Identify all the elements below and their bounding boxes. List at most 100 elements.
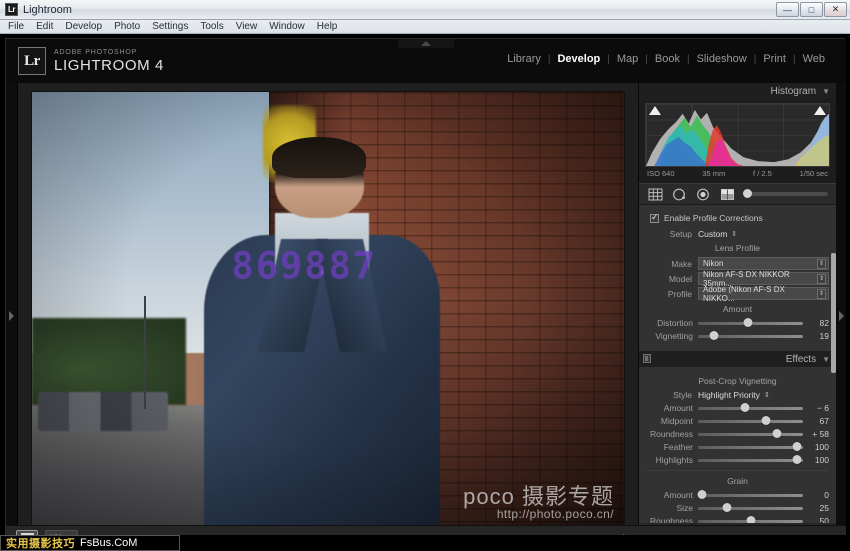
vignette-highlights-row[interactable]: Highlights 100 bbox=[646, 455, 829, 465]
module-map[interactable]: Map bbox=[610, 53, 645, 65]
vignetting-slider-knob[interactable] bbox=[709, 331, 719, 340]
lens-model-row[interactable]: Model Nikon AF-S DX NIKKOR 35mm... ⇕ bbox=[646, 270, 829, 288]
vignette-roundness-track[interactable] bbox=[698, 429, 803, 438]
graduated-filter-icon[interactable] bbox=[719, 187, 735, 201]
distortion-slider-row[interactable]: Distortion 82 bbox=[646, 318, 829, 328]
module-print[interactable]: Print bbox=[756, 53, 793, 65]
dropdown-stepper-icon[interactable]: ⇕ bbox=[817, 273, 826, 284]
module-web[interactable]: Web bbox=[796, 53, 832, 65]
grain-size-track[interactable] bbox=[698, 503, 803, 512]
minimize-button[interactable]: — bbox=[776, 2, 799, 17]
menu-develop[interactable]: Develop bbox=[65, 21, 102, 33]
enable-profile-corrections-label: Enable Profile Corrections bbox=[664, 213, 763, 223]
effects-panel-header[interactable]: Effects ▼ bbox=[639, 351, 836, 367]
vignette-amount-track[interactable] bbox=[698, 403, 803, 412]
chevron-down-icon[interactable]: ▼ bbox=[822, 355, 830, 364]
distortion-slider-track[interactable] bbox=[698, 318, 803, 327]
vignetting-label: Vignetting bbox=[655, 331, 693, 341]
dropdown-stepper-icon[interactable]: ⇕ bbox=[817, 288, 826, 299]
grain-size-row[interactable]: Size 25 bbox=[646, 503, 829, 513]
vignette-midpoint-value[interactable]: 67 bbox=[803, 416, 829, 426]
vignetting-slider-track[interactable] bbox=[698, 331, 803, 340]
vignette-feather-label: Feather bbox=[663, 442, 693, 452]
vignetting-slider-row[interactable]: Vignetting 19 bbox=[646, 331, 829, 341]
vignette-amount-value[interactable]: − 6 bbox=[803, 403, 829, 413]
histogram-graph[interactable] bbox=[645, 103, 830, 167]
menu-edit[interactable]: Edit bbox=[36, 21, 53, 33]
updown-caret-icon[interactable]: ⇕ bbox=[764, 391, 770, 399]
menu-file[interactable]: File bbox=[8, 21, 24, 33]
vignette-midpoint-row[interactable]: Midpoint 67 bbox=[646, 416, 829, 426]
vignette-highlights-knob[interactable] bbox=[792, 455, 802, 464]
menu-settings[interactable]: Settings bbox=[152, 21, 188, 33]
chevron-down-icon[interactable]: ▼ bbox=[822, 87, 830, 96]
vignette-amount-knob[interactable] bbox=[740, 403, 750, 412]
menu-help[interactable]: Help bbox=[317, 21, 338, 33]
lens-make-row[interactable]: Make Nikon ⇕ bbox=[646, 257, 829, 270]
enable-profile-corrections-row[interactable]: Enable Profile Corrections bbox=[646, 210, 829, 227]
module-book[interactable]: Book bbox=[648, 53, 687, 65]
grain-size-knob[interactable] bbox=[722, 503, 732, 512]
adjustment-brush-slider[interactable] bbox=[743, 189, 828, 198]
crop-overlay-icon[interactable] bbox=[647, 187, 663, 201]
lens-profile-dropdown[interactable]: Adobe (Nikon AF-S DX NIKKO... ⇕ bbox=[698, 285, 829, 303]
lens-model-dropdown[interactable]: Nikon AF-S DX NIKKOR 35mm... ⇕ bbox=[698, 270, 829, 288]
identity-plate[interactable]: Lr ADOBE PHOTOSHOP LIGHTROOM 4 bbox=[18, 47, 164, 75]
vignette-midpoint-track[interactable] bbox=[698, 416, 803, 425]
vignette-feather-knob[interactable] bbox=[792, 442, 802, 451]
menu-view[interactable]: View bbox=[236, 21, 258, 33]
histogram-panel-header[interactable]: Histogram ▼ bbox=[639, 83, 836, 99]
shadow-clipping-indicator[interactable] bbox=[649, 106, 661, 115]
vignette-highlights-value[interactable]: 100 bbox=[803, 455, 829, 465]
vignette-midpoint-knob[interactable] bbox=[761, 416, 771, 425]
top-panel-collapse-toggle[interactable] bbox=[398, 39, 454, 48]
vignette-roundness-knob[interactable] bbox=[772, 429, 782, 438]
vignette-style-row[interactable]: Style Highlight Priority ⇕ bbox=[646, 390, 829, 400]
vignette-feather-row[interactable]: Feather 100 bbox=[646, 442, 829, 452]
vignette-feather-track[interactable] bbox=[698, 442, 803, 451]
lens-make-value: Nikon bbox=[703, 259, 724, 268]
grain-size-value[interactable]: 25 bbox=[803, 503, 829, 513]
left-panel-toggle[interactable] bbox=[6, 83, 18, 549]
post-crop-vignetting-title: Post-Crop Vignetting bbox=[698, 376, 777, 386]
red-eye-icon[interactable] bbox=[695, 187, 711, 201]
photo-canvas[interactable]: 869887 poco 摄影专题 http://photo.poco.cn/ bbox=[32, 91, 624, 527]
lens-make-dropdown[interactable]: Nikon ⇕ bbox=[698, 257, 829, 270]
distortion-value[interactable]: 82 bbox=[803, 318, 829, 328]
spot-removal-icon[interactable] bbox=[671, 187, 687, 201]
grain-section-title: Grain bbox=[727, 476, 748, 486]
dropdown-stepper-icon[interactable]: ⇕ bbox=[817, 258, 826, 269]
grain-amount-track[interactable] bbox=[697, 490, 803, 499]
lens-profile-row[interactable]: Profile Adobe (Nikon AF-S DX NIKKO... ⇕ bbox=[646, 285, 829, 303]
exif-aperture: f / 2.5 bbox=[753, 169, 772, 178]
effects-title: Effects bbox=[785, 353, 817, 365]
vignette-style-value[interactable]: Highlight Priority bbox=[698, 390, 760, 400]
setup-value[interactable]: Custom bbox=[698, 229, 727, 239]
vignette-amount-row[interactable]: Amount − 6 bbox=[646, 403, 829, 413]
checkbox-checked-icon[interactable] bbox=[650, 212, 659, 223]
effects-divider bbox=[646, 470, 829, 471]
vignette-roundness-value[interactable]: + 58 bbox=[803, 429, 829, 439]
right-panel-toggle[interactable] bbox=[836, 83, 846, 549]
vignette-highlights-track[interactable] bbox=[698, 455, 803, 464]
menu-photo[interactable]: Photo bbox=[114, 21, 140, 33]
vignetting-value[interactable]: 19 bbox=[803, 331, 829, 341]
menu-tools[interactable]: Tools bbox=[200, 21, 223, 33]
module-develop[interactable]: Develop bbox=[550, 53, 607, 65]
maximize-button[interactable]: □ bbox=[800, 2, 823, 17]
grain-amount-knob[interactable] bbox=[697, 490, 707, 499]
panel-pin-icon[interactable] bbox=[643, 354, 651, 363]
module-library[interactable]: Library bbox=[500, 53, 548, 65]
grain-amount-value[interactable]: 0 bbox=[803, 490, 829, 500]
grain-amount-row[interactable]: Amount 0 bbox=[646, 490, 829, 500]
menu-window[interactable]: Window bbox=[269, 21, 305, 33]
module-slideshow[interactable]: Slideshow bbox=[690, 53, 754, 65]
highlight-clipping-indicator[interactable] bbox=[814, 106, 826, 115]
setup-row[interactable]: Setup Custom ⇕ bbox=[646, 229, 829, 239]
vignette-feather-value[interactable]: 100 bbox=[803, 442, 829, 452]
distortion-slider-knob[interactable] bbox=[743, 318, 753, 327]
updown-caret-icon[interactable]: ⇕ bbox=[731, 230, 737, 238]
image-preview-area[interactable]: 869887 poco 摄影专题 http://photo.poco.cn/ bbox=[18, 83, 638, 549]
vignette-roundness-row[interactable]: Roundness + 58 bbox=[646, 429, 829, 439]
close-button[interactable]: ✕ bbox=[824, 2, 847, 17]
